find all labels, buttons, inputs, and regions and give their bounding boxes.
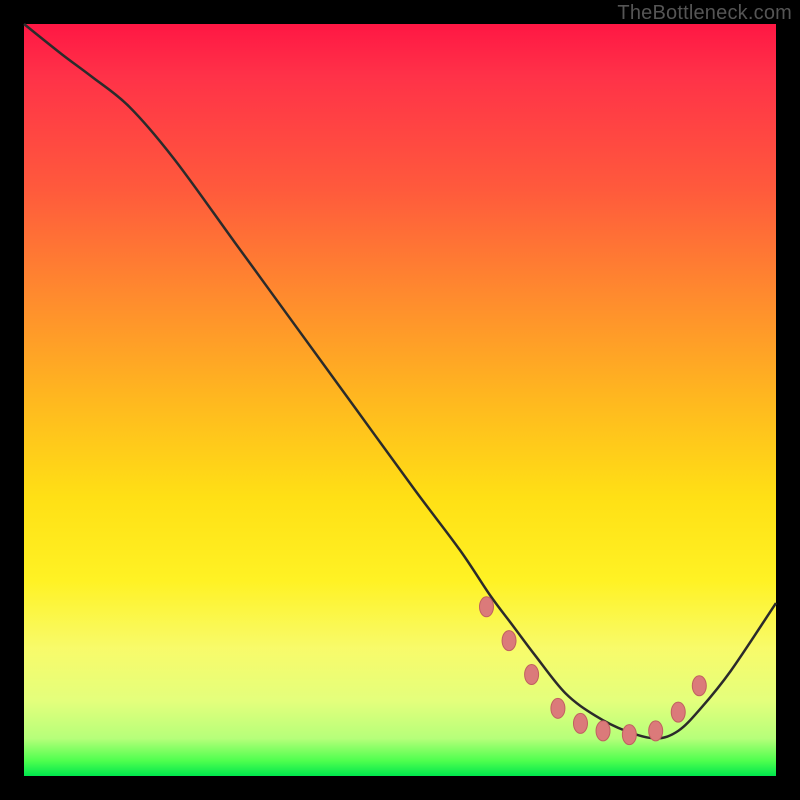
curve-marker — [596, 721, 610, 741]
chart-overlay-svg — [24, 24, 776, 776]
curve-marker — [573, 713, 587, 733]
bottleneck-curve — [24, 24, 776, 738]
gradient-plot-area — [24, 24, 776, 776]
watermark-text: TheBottleneck.com — [617, 2, 792, 25]
curve-marker — [525, 664, 539, 684]
curve-marker — [649, 721, 663, 741]
curve-marker — [551, 698, 565, 718]
chart-container: TheBottleneck.com — [0, 0, 800, 800]
curve-marker — [692, 676, 706, 696]
curve-marker — [479, 597, 493, 617]
curve-marker — [502, 631, 516, 651]
curve-marker — [622, 725, 636, 745]
marker-group — [479, 597, 706, 745]
curve-marker — [671, 702, 685, 722]
